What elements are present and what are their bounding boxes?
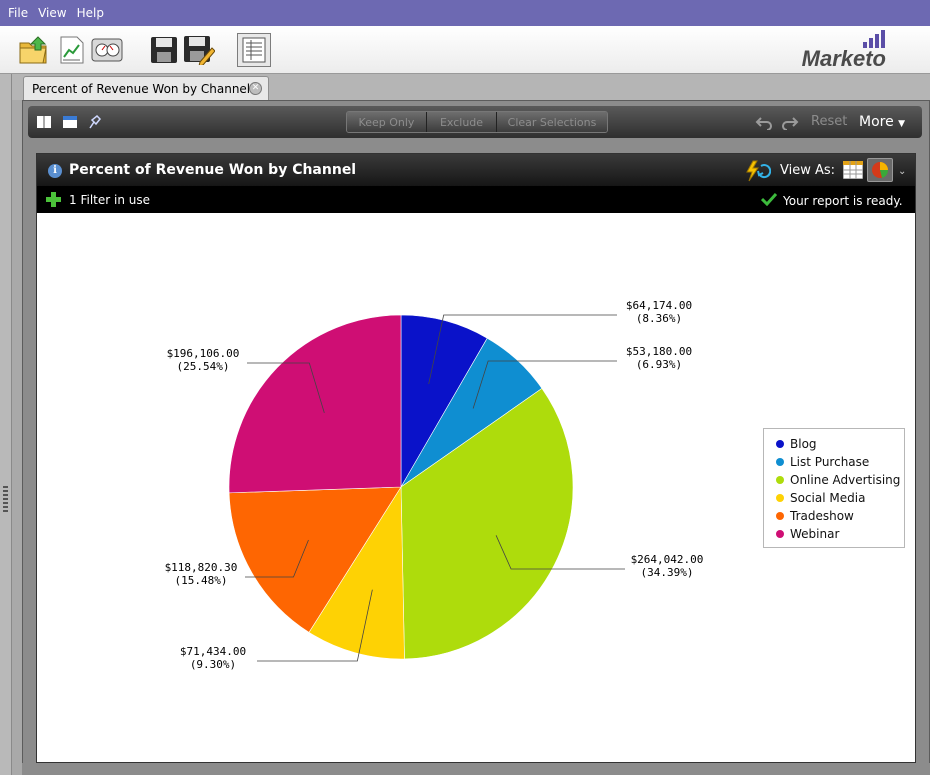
- chevron-down-icon: ▼: [898, 119, 906, 129]
- report-list-icon[interactable]: [237, 33, 271, 67]
- redo-icon[interactable]: [781, 114, 799, 130]
- grid-view-icon[interactable]: [843, 161, 863, 179]
- legend-item[interactable]: Webinar: [776, 525, 904, 543]
- legend-swatch: [776, 440, 784, 448]
- menu-help[interactable]: Help: [73, 6, 110, 20]
- report-title: Percent of Revenue Won by Channel: [69, 162, 357, 178]
- chevron-down-icon[interactable]: ⌄: [898, 166, 906, 177]
- legend-item[interactable]: Blog: [776, 435, 904, 453]
- filter-status-text[interactable]: 1 Filter in use: [69, 193, 150, 207]
- panel-resize-handle[interactable]: [3, 486, 8, 514]
- slice-value-label: $53,180.00: [626, 345, 692, 358]
- slice-percent-label: (9.30%): [190, 658, 236, 671]
- legend-label: Tradeshow: [790, 509, 854, 523]
- legend-item[interactable]: Online Advertising: [776, 471, 904, 489]
- slice-value-label: $64,174.00: [626, 299, 692, 312]
- slice-percent-label: (6.93%): [636, 358, 682, 371]
- menu-file[interactable]: File: [4, 6, 34, 20]
- legend-label: Webinar: [790, 527, 840, 541]
- save-icon[interactable]: [148, 34, 180, 66]
- line-chart-icon[interactable]: [56, 34, 88, 66]
- slice-percent-label: (25.54%): [177, 360, 230, 373]
- legend-swatch: [776, 458, 784, 466]
- bottom-strip: [22, 763, 930, 775]
- check-icon: [761, 192, 777, 206]
- info-icon[interactable]: i: [48, 164, 62, 178]
- marketo-logo: Marketo: [801, 46, 886, 71]
- more-button[interactable]: More ▼: [859, 114, 905, 130]
- chart-view-button[interactable]: [867, 158, 893, 182]
- legend-label: Blog: [790, 437, 817, 451]
- filter-bar: 1 Filter in use Your report is ready.: [37, 186, 915, 213]
- legend-item[interactable]: Tradeshow: [776, 507, 904, 525]
- chart-legend: Blog List Purchase Online Advertising Socia…: [763, 428, 905, 548]
- clear-selections-button[interactable]: Clear Selections: [497, 112, 607, 132]
- legend-label: Online Advertising: [790, 473, 901, 487]
- slice-value-label: $71,434.00: [180, 645, 246, 658]
- legend-swatch: [776, 494, 784, 502]
- pie-chart-icon: [872, 162, 889, 178]
- view-as-label: View As:: [780, 163, 836, 178]
- menu-bar: File View Help: [0, 0, 930, 26]
- pie-slice-webinar[interactable]: [228, 314, 402, 494]
- columns-icon[interactable]: [37, 115, 51, 129]
- tab-strip: Percent of Revenue Won by Channel ✕: [12, 74, 930, 100]
- dashboard-icon[interactable]: [91, 34, 123, 66]
- left-panel-strip: [0, 74, 12, 775]
- report-panel: i Percent of Revenue Won by Channel View…: [36, 153, 916, 763]
- exclude-button[interactable]: Exclude: [427, 112, 497, 132]
- slice-percent-label: (34.39%): [641, 566, 694, 579]
- report-toolbar: Keep Only Exclude Clear Selections Reset…: [28, 106, 922, 138]
- tab-title: Percent of Revenue Won by Channel: [32, 81, 251, 96]
- pin-icon[interactable]: [87, 115, 101, 129]
- slice-value-label: $118,820.30: [165, 561, 238, 574]
- reset-button[interactable]: Reset: [811, 114, 847, 129]
- slice-percent-label: (8.36%): [636, 312, 682, 325]
- slice-percent-label: (15.48%): [175, 574, 228, 587]
- menu-view[interactable]: View: [34, 6, 72, 20]
- report-header: i Percent of Revenue Won by Channel View…: [37, 154, 915, 186]
- open-folder-icon[interactable]: [18, 34, 50, 66]
- undo-icon[interactable]: [755, 114, 773, 130]
- more-label: More: [859, 114, 894, 130]
- main-toolbar: Marketo: [0, 26, 930, 74]
- refresh-lightning-icon[interactable]: [745, 160, 771, 182]
- legend-swatch: [776, 476, 784, 484]
- keep-only-button[interactable]: Keep Only: [347, 112, 427, 132]
- table-layout-icon[interactable]: [63, 115, 77, 129]
- legend-label: Social Media: [790, 491, 866, 505]
- slice-value-label: $264,042.00: [631, 553, 704, 566]
- add-filter-icon[interactable]: [46, 192, 61, 207]
- legend-swatch: [776, 530, 784, 538]
- report-ready-status: Your report is ready.: [783, 194, 903, 208]
- legend-item[interactable]: Social Media: [776, 489, 904, 507]
- save-as-icon[interactable]: [183, 34, 215, 66]
- tab-report[interactable]: Percent of Revenue Won by Channel ✕: [23, 76, 269, 100]
- legend-label: List Purchase: [790, 455, 870, 469]
- selection-button-group: Keep Only Exclude Clear Selections: [346, 111, 608, 133]
- close-icon[interactable]: ✕: [249, 82, 262, 95]
- slice-value-label: $196,106.00: [167, 347, 240, 360]
- legend-swatch: [776, 512, 784, 520]
- legend-item[interactable]: List Purchase: [776, 453, 904, 471]
